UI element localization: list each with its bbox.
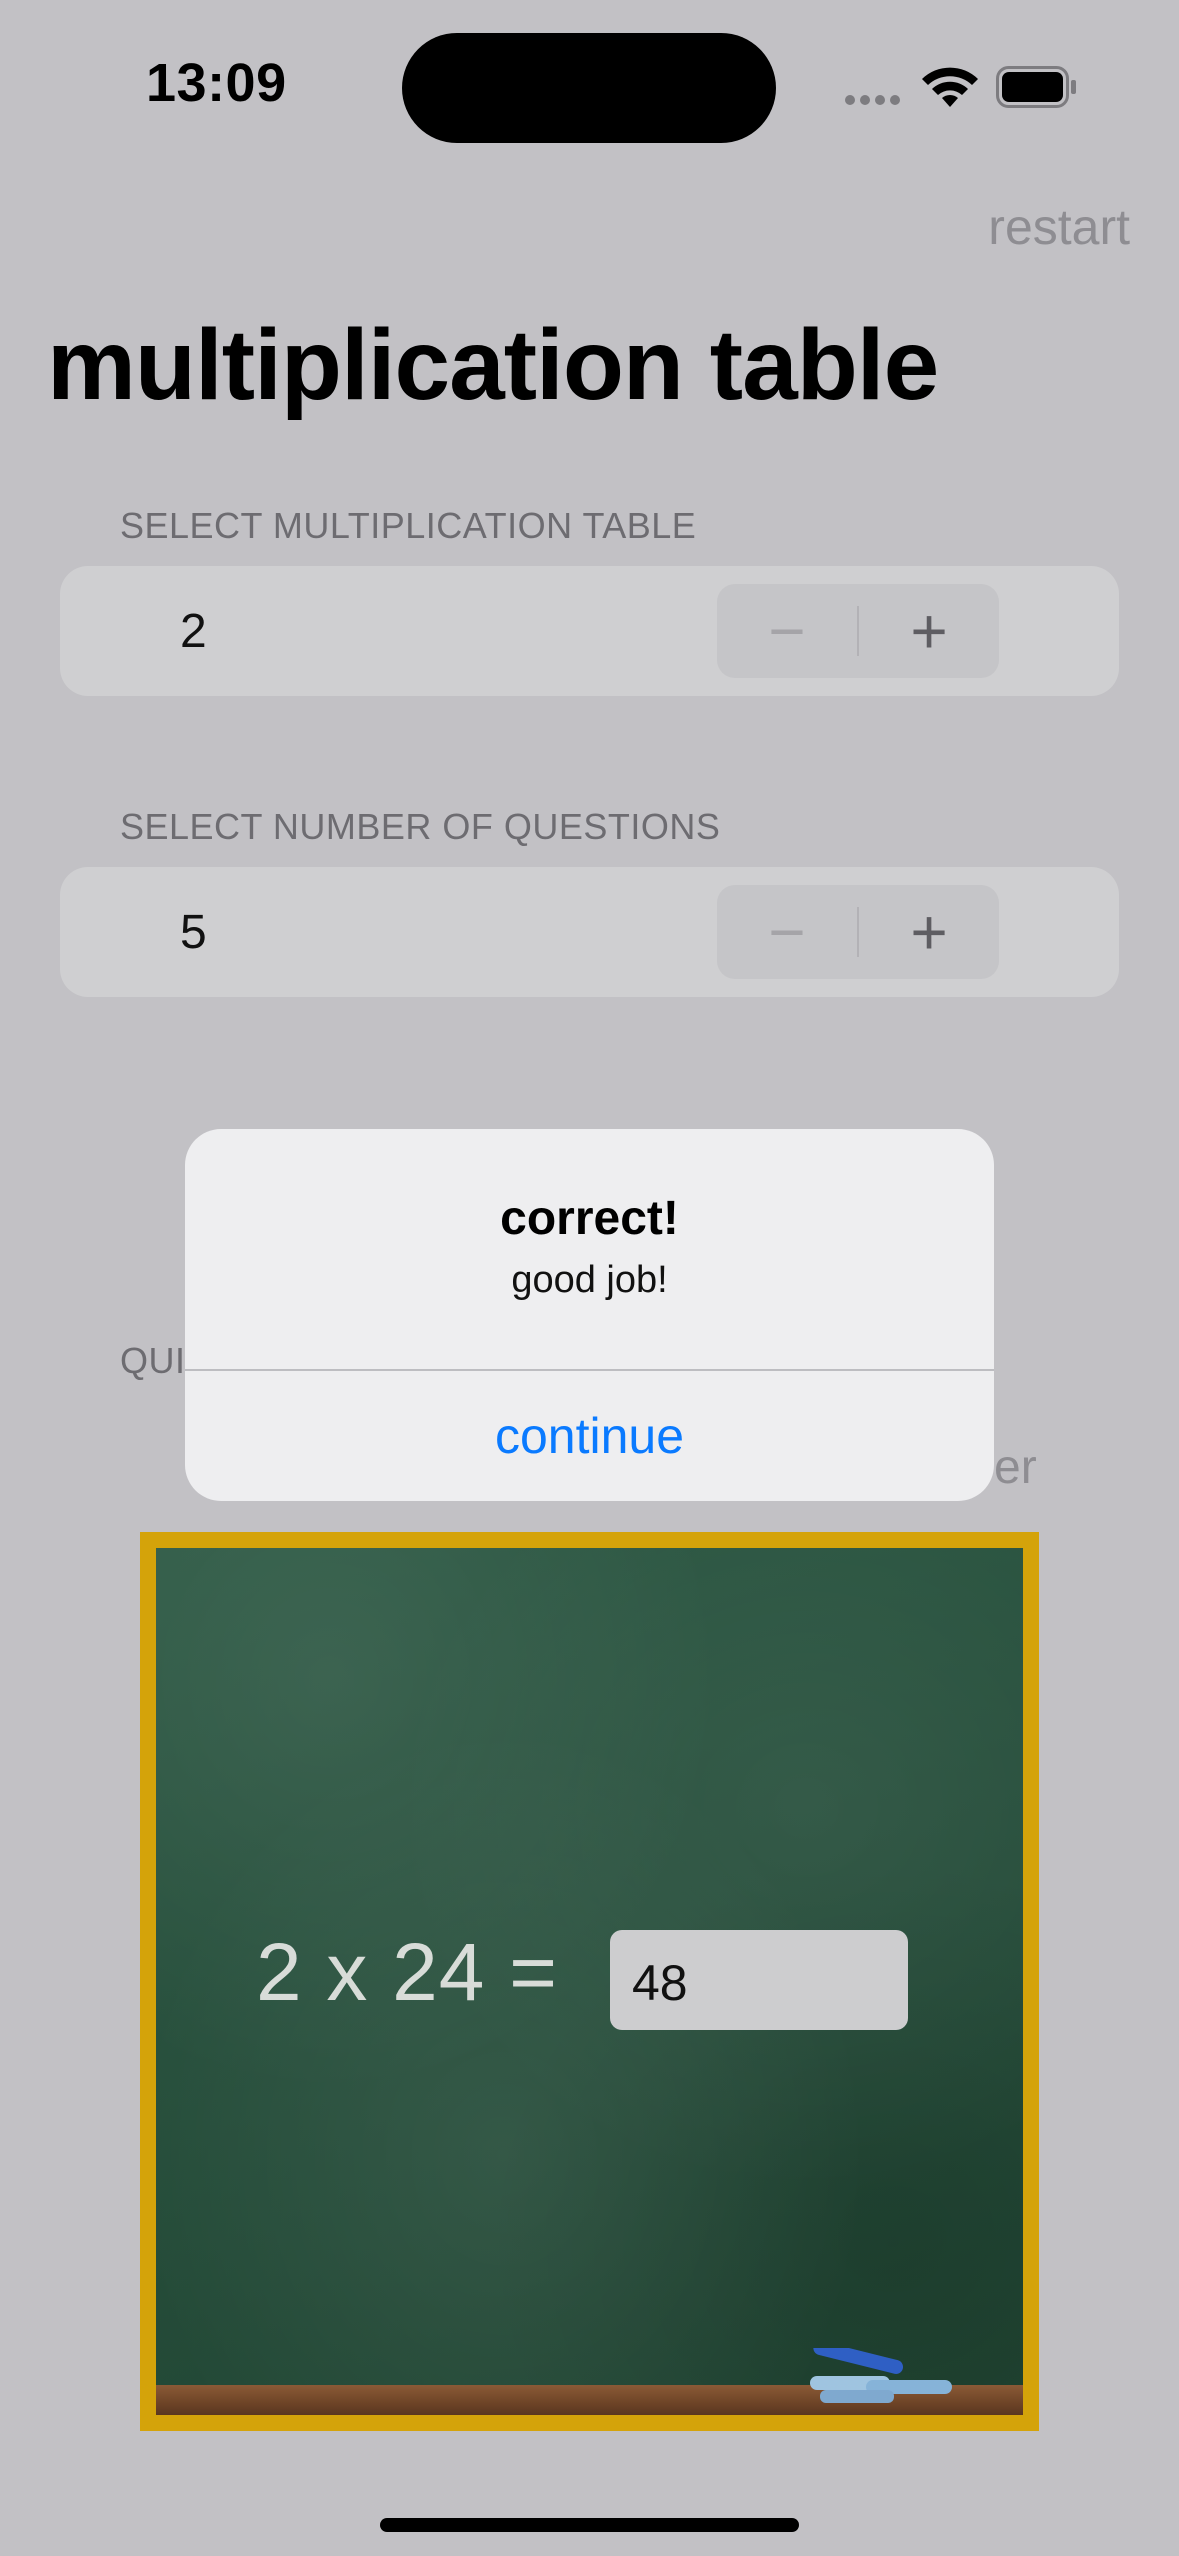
alert-title: correct!	[500, 1192, 679, 1245]
dynamic-island	[402, 33, 776, 143]
question-equation: 2 x 24 =	[256, 1927, 559, 2018]
questions-section-label: SELECT NUMBER OF QUESTIONS	[120, 806, 721, 847]
table-increment-button[interactable]: +	[859, 584, 999, 678]
table-stepper-row: 2 − +	[60, 566, 1119, 696]
page-title: multiplication table	[47, 309, 939, 421]
questions-value: 5	[180, 906, 207, 959]
question-section-label: QUI	[120, 1340, 186, 1381]
chalkboard: 2 x 24 = 48	[156, 1548, 1023, 2415]
questions-decrement-button[interactable]: −	[717, 885, 857, 979]
continue-button[interactable]: continue	[185, 1371, 994, 1501]
questions-stepper: − +	[717, 885, 999, 979]
correct-alert-dialog: correct! good job! continue	[185, 1129, 994, 1501]
home-indicator[interactable]	[380, 2518, 799, 2532]
chalkboard-frame: 2 x 24 = 48	[140, 1532, 1039, 2431]
table-value: 2	[180, 605, 207, 658]
restart-button[interactable]: restart	[988, 198, 1130, 256]
wifi-icon	[922, 67, 978, 107]
table-section-label: SELECT MULTIPLICATION TABLE	[120, 505, 697, 546]
chalk-icon	[810, 2348, 952, 2403]
answer-input-value: 48	[632, 1955, 688, 2011]
answer-input[interactable]: 48	[610, 1930, 908, 2030]
questions-increment-button[interactable]: +	[859, 885, 999, 979]
alert-message: good job!	[511, 1259, 668, 1301]
table-decrement-button[interactable]: −	[717, 584, 857, 678]
table-stepper: − +	[717, 584, 999, 678]
status-time: 13:09	[146, 53, 287, 113]
cellular-signal-icon	[845, 92, 905, 106]
questions-stepper-row: 5 − +	[60, 867, 1119, 997]
battery-icon	[996, 66, 1076, 108]
